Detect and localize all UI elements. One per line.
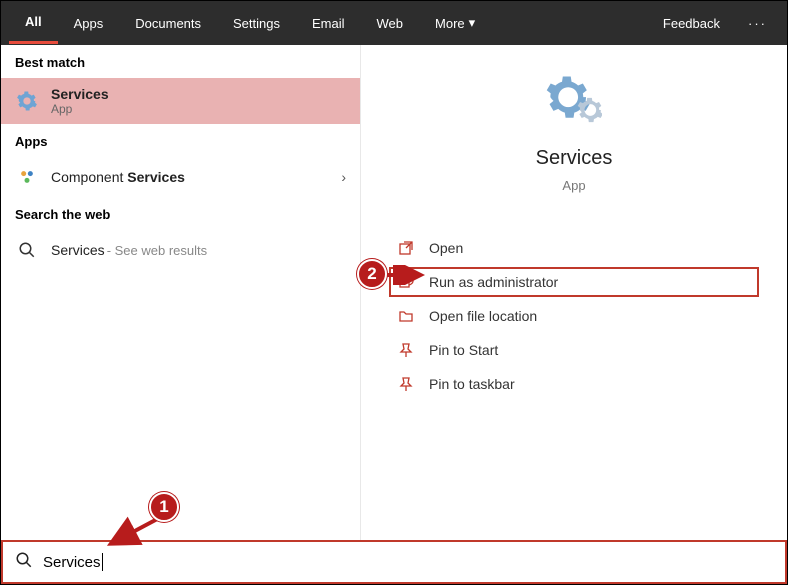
gear-icon xyxy=(546,75,602,131)
folder-icon xyxy=(397,307,415,325)
search-results-panel: Best match Services App Apps Component S… xyxy=(1,45,361,540)
tab-settings[interactable]: Settings xyxy=(217,4,296,43)
tab-web[interactable]: Web xyxy=(361,4,420,43)
chevron-right-icon: › xyxy=(341,169,346,185)
result-services-app[interactable]: Services App xyxy=(1,78,360,124)
pin-icon xyxy=(397,341,415,359)
search-icon xyxy=(15,551,33,574)
action-list: Open Run as administrator Open file loca… xyxy=(389,233,759,399)
action-label: Open xyxy=(429,240,463,256)
action-label: Run as administrator xyxy=(429,274,558,290)
apps-header: Apps xyxy=(1,124,360,157)
annotation-arrow-2 xyxy=(385,265,425,285)
search-web-header: Search the web xyxy=(1,197,360,230)
search-icon xyxy=(15,238,39,262)
action-pin-to-taskbar[interactable]: Pin to taskbar xyxy=(389,369,759,399)
action-open-file-location[interactable]: Open file location xyxy=(389,301,759,331)
result-web-services[interactable]: Services - See web results xyxy=(1,230,360,270)
search-input-text: Services xyxy=(43,554,101,571)
result-detail-panel: Services App Open Run as administrator O… xyxy=(361,45,787,540)
action-label: Pin to Start xyxy=(429,342,498,358)
feedback-button[interactable]: Feedback xyxy=(647,4,736,43)
result-title-prefix: Component xyxy=(51,169,127,185)
tab-more[interactable]: More ▾ xyxy=(419,3,491,43)
gear-icon xyxy=(15,89,39,113)
annotation-badge-2: 2 xyxy=(357,259,387,289)
result-web-sub: - See web results xyxy=(107,243,207,258)
more-options-button[interactable]: ··· xyxy=(736,16,779,31)
tab-email[interactable]: Email xyxy=(296,4,361,43)
action-run-as-admin[interactable]: Run as administrator xyxy=(389,267,759,297)
pin-icon xyxy=(397,375,415,393)
chevron-down-icon: ▾ xyxy=(469,15,476,31)
result-title: Services xyxy=(51,86,109,102)
action-label: Open file location xyxy=(429,308,537,324)
result-title-bold: Services xyxy=(127,169,185,185)
annotation-badge-1: 1 xyxy=(149,492,179,522)
result-component-services[interactable]: Component Services › xyxy=(1,157,360,197)
result-web-title: Services xyxy=(51,242,105,258)
detail-title: Services xyxy=(536,147,613,170)
best-match-header: Best match xyxy=(1,45,360,78)
action-pin-to-start[interactable]: Pin to Start xyxy=(389,335,759,365)
open-icon xyxy=(397,239,415,257)
result-sub: App xyxy=(51,102,109,116)
search-filter-tabs: All Apps Documents Settings Email Web Mo… xyxy=(1,1,787,45)
tab-documents[interactable]: Documents xyxy=(119,4,217,43)
text-cursor xyxy=(102,553,103,571)
tab-more-label: More xyxy=(435,16,465,31)
detail-sub: App xyxy=(562,178,585,193)
action-label: Pin to taskbar xyxy=(429,376,515,392)
action-open[interactable]: Open xyxy=(389,233,759,263)
tab-all[interactable]: All xyxy=(9,2,58,44)
component-icon xyxy=(15,165,39,189)
tab-apps[interactable]: Apps xyxy=(58,4,120,43)
